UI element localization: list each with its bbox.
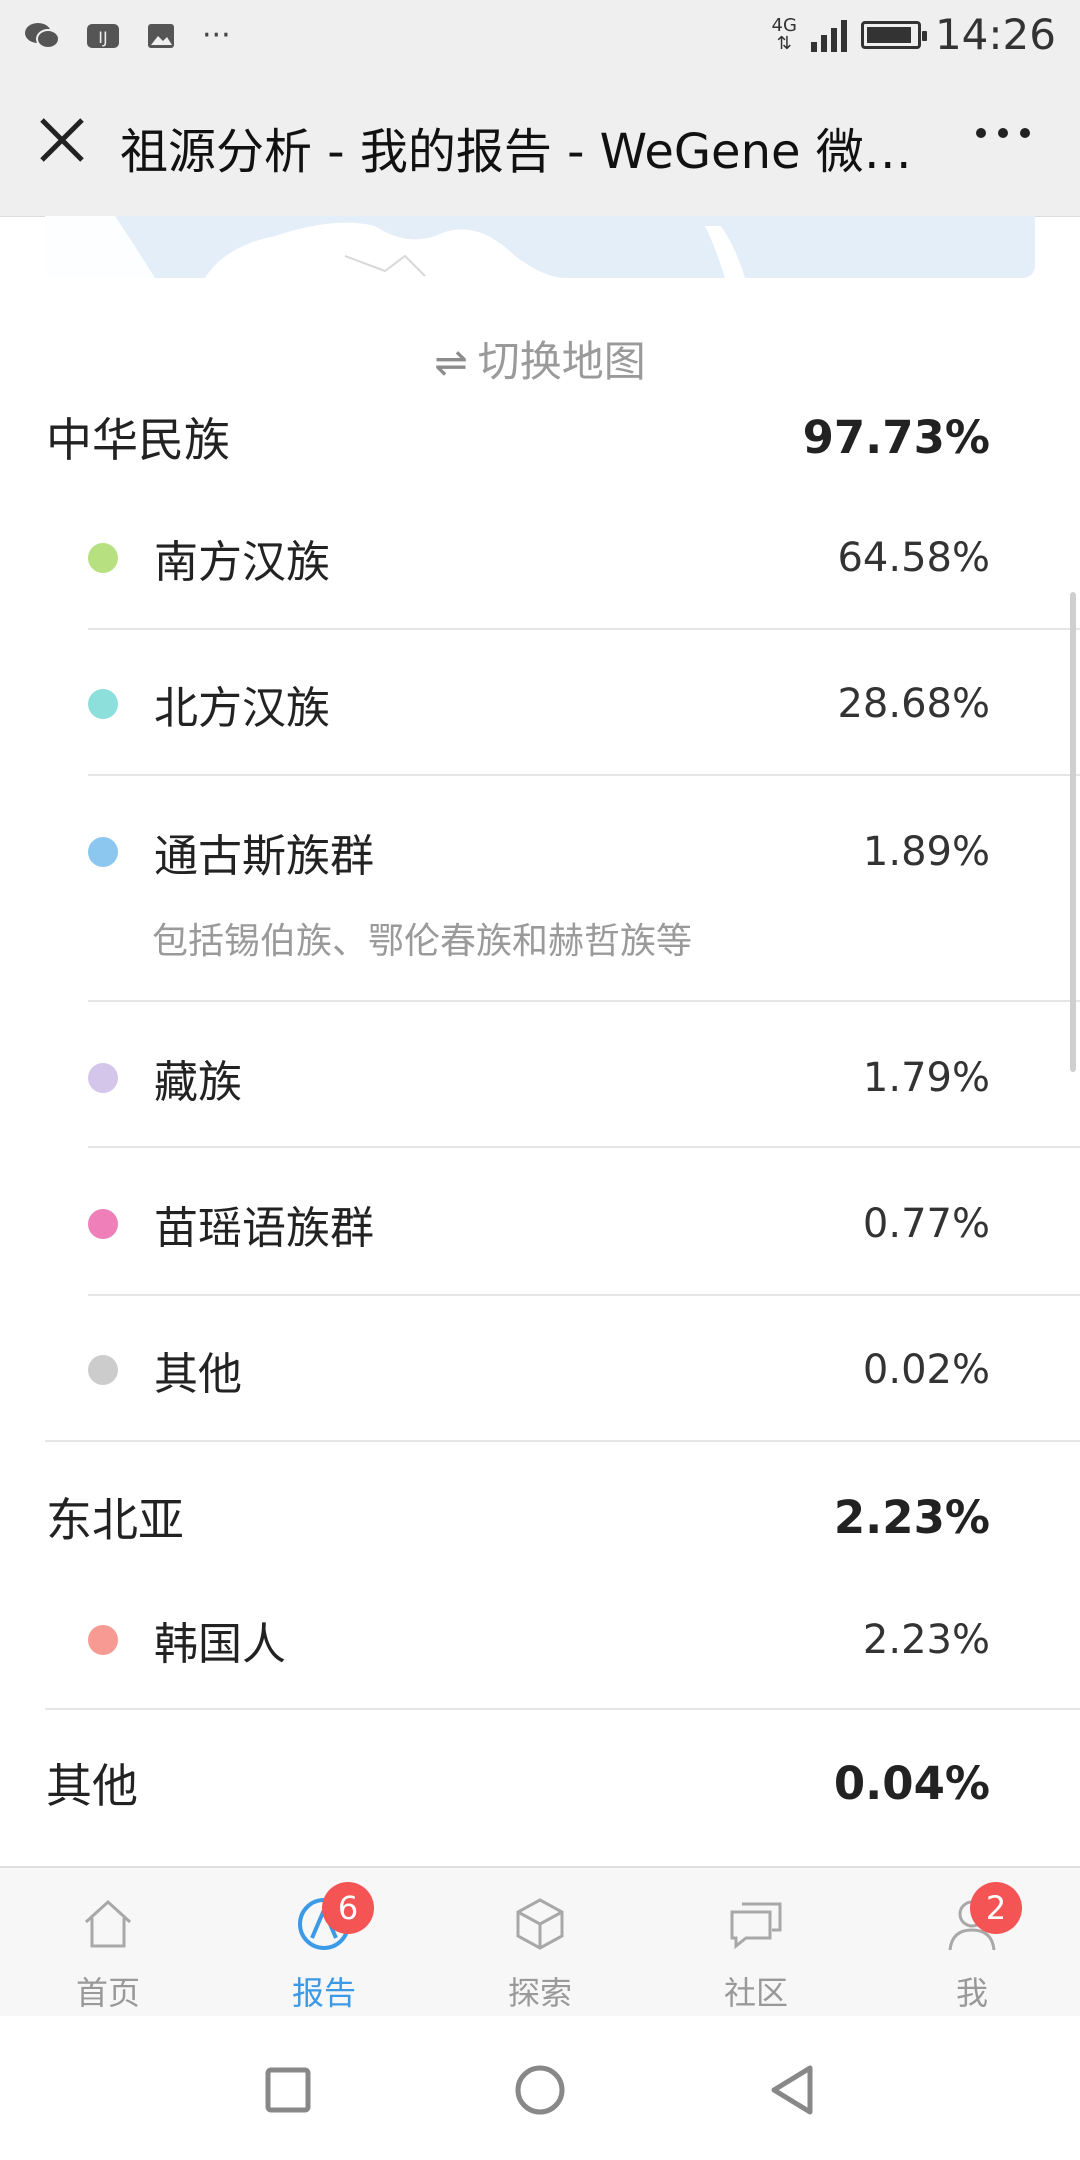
more-dot [1020, 128, 1030, 138]
data-arrows-icon: ⇅ [776, 32, 792, 54]
image-icon [148, 24, 174, 48]
title-bar: 祖源分析 - 我的报告 - WeGene 微… [0, 72, 1080, 217]
item-name: 韩国人 [154, 1619, 286, 1670]
wechat-icon [25, 23, 60, 49]
home-icon [84, 1899, 132, 1948]
notification-badge: 6 [322, 1882, 374, 1934]
app-icon: IJ [87, 24, 119, 48]
svg-text:IJ: IJ [98, 28, 107, 47]
item-name: 南方汉族 [154, 537, 330, 588]
chat-icon [730, 1902, 782, 1950]
divider [88, 1000, 1080, 1002]
nav-me[interactable]: 2 我 [864, 1868, 1080, 2018]
back-icon[interactable] [762, 2060, 822, 2120]
item-name: 通古斯族群 [154, 831, 374, 882]
list-item[interactable]: 韩国人 2.23% [88, 1608, 990, 1672]
item-percent: 0.77% [862, 1201, 990, 1247]
item-percent: 1.89% [862, 829, 990, 875]
item-name: 北方汉族 [154, 683, 330, 734]
switch-map-label: 切换地图 [477, 337, 646, 386]
battery-icon [860, 20, 927, 49]
network-type: 4G ⇅ [771, 14, 797, 54]
status-right: 4G ⇅ 14:26 [772, 10, 1056, 59]
nav-label: 我 [955, 1974, 988, 2012]
divider [45, 1440, 1080, 1442]
divider [88, 1146, 1080, 1148]
nav-report[interactable]: 6 报告 [216, 1868, 432, 2018]
item-description: 包括锡伯族、鄂伦春族和赫哲族等 [152, 921, 693, 962]
recents-icon[interactable] [258, 2060, 318, 2120]
item-name: 其他 [154, 1349, 242, 1400]
bottom-nav: 首页 6 报告 探索 社区 2 我 [0, 1866, 1080, 2018]
ancestry-map[interactable] [45, 216, 1035, 278]
scrollbar[interactable] [1070, 592, 1076, 1072]
list-item[interactable]: 通古斯族群 1.89% 包括锡伯族、鄂伦春族和赫哲族等 [88, 820, 990, 964]
item-percent: 1.79% [862, 1055, 990, 1101]
switch-arrows-icon: ⇌ [434, 340, 468, 386]
divider [45, 1708, 1080, 1710]
divider [88, 628, 1080, 630]
nav-explore[interactable]: 探索 [432, 1868, 648, 2018]
page-title: 祖源分析 - 我的报告 - WeGene 微… [120, 124, 912, 180]
group-name: 东北亚 [46, 1493, 184, 1547]
item-percent: 0.02% [862, 1347, 990, 1393]
nav-label: 社区 [723, 1974, 788, 2012]
group-percent: 0.04% [833, 1756, 990, 1810]
item-percent: 2.23% [862, 1617, 990, 1663]
close-icon[interactable] [30, 108, 94, 172]
home-circle-icon[interactable] [510, 2060, 570, 2120]
nav-community[interactable]: 社区 [648, 1868, 864, 2018]
signal-icon [810, 18, 847, 52]
group-name: 其他 [46, 1759, 138, 1813]
more-dot [998, 128, 1008, 138]
ancestry-group-other: 其他 0.04% [46, 1750, 990, 1816]
color-dot [88, 689, 118, 719]
more-icon: ··· [202, 18, 231, 53]
group-percent: 2.23% [833, 1490, 990, 1544]
list-item[interactable]: 南方汉族 64.58% [88, 526, 990, 590]
nav-label: 报告 [291, 1974, 356, 2012]
cube-icon [516, 1898, 564, 1950]
notification-badge: 2 [970, 1882, 1022, 1934]
item-percent: 64.58% [837, 535, 990, 581]
color-dot [88, 837, 118, 867]
color-dot [88, 1355, 118, 1385]
list-item[interactable]: 苗瑶语族群 0.77% [88, 1192, 990, 1256]
nav-home[interactable]: 首页 [0, 1868, 216, 2018]
item-percent: 28.68% [837, 681, 990, 727]
item-name: 苗瑶语族群 [154, 1203, 374, 1254]
group-percent: 97.73% [802, 410, 990, 464]
color-dot [88, 1209, 118, 1239]
clock: 14:26 [934, 10, 1056, 59]
color-dot [88, 543, 118, 573]
more-dot [976, 128, 986, 138]
divider [88, 774, 1080, 776]
group-name: 中华民族 [46, 413, 230, 467]
status-bar: IJ ··· 4G ⇅ 14:26 [0, 0, 1080, 72]
list-item[interactable]: 藏族 1.79% [88, 1046, 990, 1110]
system-nav-bar [0, 2016, 1080, 2160]
status-notification-icons: IJ ··· [24, 16, 231, 56]
list-item[interactable]: 北方汉族 28.68% [88, 672, 990, 736]
ancestry-group-northeast-asia: 东北亚 2.23% [46, 1484, 990, 1550]
divider [88, 1294, 1080, 1296]
nav-label: 探索 [507, 1974, 572, 2012]
ancestry-group-chinese: 中华民族 97.73% [46, 404, 990, 470]
color-dot [88, 1625, 118, 1655]
list-item[interactable]: 其他 0.02% [88, 1338, 990, 1402]
more-options-button[interactable] [976, 128, 1030, 138]
item-name: 藏族 [154, 1057, 242, 1108]
network-label: 4G [771, 14, 797, 36]
color-dot [88, 1063, 118, 1093]
nav-label: 首页 [75, 1974, 140, 2012]
switch-map-button[interactable]: ⇌ 切换地图 [0, 328, 1080, 389]
map-land-shapes [45, 216, 745, 278]
